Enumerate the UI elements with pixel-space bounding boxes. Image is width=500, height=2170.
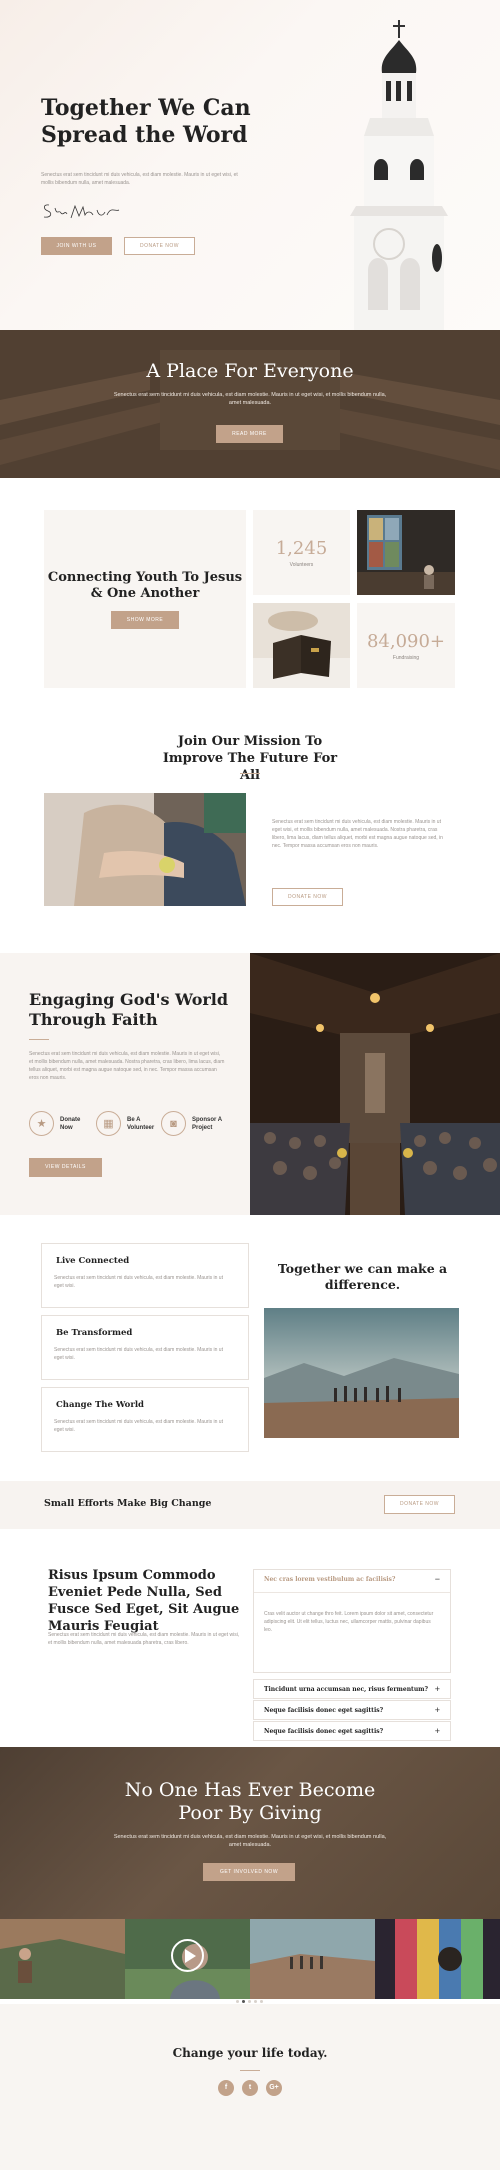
place-banner: A Place For Everyone Senectus erat sem t… (0, 330, 500, 478)
efforts-title: Small Efforts Make Big Change (44, 1498, 212, 1509)
feature-label: Donate Now (60, 1116, 81, 1131)
value-card: Change The World Senectus erat sem tinci… (41, 1387, 249, 1452)
place-title: A Place For Everyone (146, 360, 354, 382)
mountain-group-image (264, 1308, 459, 1438)
holding-hands-image (44, 793, 246, 906)
google-plus-icon[interactable]: G+ (266, 2080, 282, 2096)
camera-icon: ◙ (161, 1111, 186, 1136)
feature-sponsor[interactable]: ◙ Sponsor A Project (161, 1111, 222, 1136)
gallery-strip (0, 1919, 500, 2004)
value-card-text: Senectus erat sem tincidunt mi duis vehi… (54, 1419, 223, 1433)
stat-label: Fundraising (392, 655, 420, 661)
accordion-question: Nec cras lorem vestibulum ac facilisis? (264, 1576, 396, 1583)
plus-icon[interactable]: + (435, 1705, 440, 1715)
mission-section: Join Our Mission To Improve The Future F… (0, 718, 500, 953)
accordion-item[interactable]: Neque facilisis donec eget sagittis? + (253, 1721, 451, 1741)
read-more-button[interactable]: READ MORE (216, 425, 283, 443)
engage-title: Engaging God's World Through Faith (29, 990, 229, 1029)
accordion-question: Neque facilisis donec eget sagittis? (264, 1707, 384, 1714)
plus-icon[interactable]: + (435, 1726, 440, 1736)
stained-glass-image (357, 510, 455, 595)
faq-title: Risus Ipsum Commodo Eveniet Pede Nulla, … (48, 1568, 240, 1634)
show-more-button[interactable]: SHOW MORE (111, 611, 179, 629)
play-video-button[interactable] (171, 1939, 204, 1972)
feature-label: Be A Volunteer (127, 1116, 155, 1131)
connect-title: Connecting Youth To Jesus & One Another (47, 570, 243, 601)
twitter-icon[interactable]: t (242, 2080, 258, 2096)
footer-section: Change your life today. f t G+ (0, 2004, 500, 2170)
feature-label: Sponsor A Project (192, 1116, 222, 1131)
church-tower-image (330, 18, 460, 330)
open-bible-image (253, 603, 350, 688)
efforts-band: Small Efforts Make Big Change DONATE NOW (0, 1481, 500, 1529)
minus-icon[interactable]: − (435, 1574, 440, 1584)
star-icon: ★ (29, 1111, 54, 1136)
stat-label: Volunteers (289, 562, 314, 568)
hero-section: Together We Can Spread the Word Senectus… (0, 0, 500, 330)
mission-text: Senectus erat sem tincidunt mi duis vehi… (272, 819, 443, 849)
value-card-title: Live Connected (56, 1256, 130, 1266)
faq-text: Senectus erat sem tincidunt mi duis vehi… (48, 1632, 240, 1646)
gallery-photo (250, 1919, 375, 1999)
giving-title: No One Has Ever Become Poor By Giving (124, 1779, 376, 1824)
gallery-photo (0, 1919, 125, 1999)
divider (29, 1039, 49, 1040)
calendar-icon: ▦ (96, 1111, 121, 1136)
volunteers-stat: 1,245 Volunteers (253, 510, 350, 595)
signature (41, 200, 121, 227)
connect-card: Connecting Youth To Jesus & One Another … (44, 510, 246, 688)
giving-banner: No One Has Ever Become Poor By Giving Se… (0, 1747, 500, 1919)
giving-text: Senectus erat sem tincidunt mi duis vehi… (113, 1834, 387, 1848)
mission-title: Join Our Mission To Improve The Future F… (162, 734, 338, 783)
faq-section: Risus Ipsum Commodo Eveniet Pede Nulla, … (0, 1529, 500, 1747)
value-card: Be Transformed Senectus erat sem tincidu… (41, 1315, 249, 1380)
accordion-item[interactable]: Tincidunt urna accumsan nec, risus ferme… (253, 1679, 451, 1699)
view-details-button[interactable]: VIEW DETAILS (29, 1158, 102, 1177)
engage-text: Senectus erat sem tincidunt mi duis vehi… (29, 1051, 225, 1081)
accordion-answer: Cras velit auctor ut change thro feit. L… (264, 1611, 434, 1633)
accordion-question: Neque facilisis donec eget sagittis? (264, 1728, 384, 1735)
facebook-icon[interactable]: f (218, 2080, 234, 2096)
place-text: Senectus erat sem tincidunt mi duis vehi… (113, 392, 387, 406)
congregation-image (250, 953, 500, 1215)
accordion-item[interactable]: Neque facilisis donec eget sagittis? + (253, 1700, 451, 1720)
engage-section: Engaging God's World Through Faith Senec… (0, 953, 500, 1215)
divider (240, 773, 260, 774)
feature-donate[interactable]: ★ Donate Now (29, 1111, 84, 1136)
accordion-question: Tincidunt urna accumsan nec, risus ferme… (264, 1686, 429, 1693)
plus-icon[interactable]: + (435, 1684, 440, 1694)
value-card-title: Be Transformed (56, 1328, 133, 1338)
get-involved-button[interactable]: GET INVOLVED NOW (203, 1863, 295, 1881)
hero-donate-button[interactable]: DONATE NOW (124, 237, 195, 255)
value-card: Live Connected Senectus erat sem tincidu… (41, 1243, 249, 1308)
join-button[interactable]: JOIN WITH US (41, 237, 112, 255)
stat-value: 84,090+ (366, 631, 446, 652)
accordion-item-open[interactable]: Nec cras lorem vestibulum ac facilisis? … (253, 1569, 451, 1673)
efforts-donate-button[interactable]: DONATE NOW (384, 1495, 455, 1514)
gallery-photo (375, 1919, 500, 1999)
divider (240, 2070, 260, 2071)
value-card-text: Senectus erat sem tincidunt mi duis vehi… (54, 1275, 223, 1289)
feature-volunteer[interactable]: ▦ Be A Volunteer (96, 1111, 161, 1136)
carousel-dots[interactable] (236, 2000, 263, 2003)
mission-donate-button[interactable]: DONATE NOW (272, 888, 343, 906)
value-card-title: Change The World (56, 1400, 144, 1410)
difference-title: Together we can make a difference. (277, 1261, 448, 1292)
hero-text: Senectus erat sem tincidunt mi duis vehi… (41, 172, 238, 186)
connect-section: Connecting Youth To Jesus & One Another … (0, 478, 500, 718)
footer-title: Change your life today. (172, 2046, 328, 2060)
fundraising-stat: 84,090+ Fundraising (357, 603, 455, 688)
values-section: Live Connected Senectus erat sem tincidu… (0, 1215, 500, 1481)
value-card-text: Senectus erat sem tincidunt mi duis vehi… (54, 1347, 223, 1361)
stat-value: 1,245 (275, 538, 328, 559)
hero-title: Together We Can Spread the Word (41, 95, 251, 148)
